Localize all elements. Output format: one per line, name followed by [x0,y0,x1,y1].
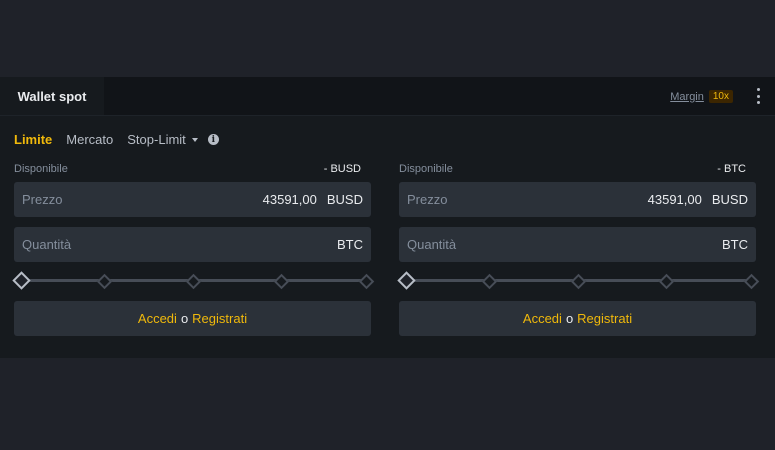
buy-login-button[interactable]: Accedi o Registrati [14,301,371,336]
margin-section[interactable]: Margin 10x [670,90,733,103]
login-link[interactable]: Accedi [523,311,562,326]
slider-step-75[interactable] [658,273,675,290]
buy-amount-slider[interactable] [12,271,375,290]
slider-step-75[interactable] [273,273,290,290]
buy-form: Disponibile - BUSD Prezzo 43591,00 BUSD … [12,162,375,336]
or-text: o [180,311,189,326]
buy-price-unit: BUSD [326,192,363,207]
sell-price-unit: BUSD [711,192,748,207]
margin-link[interactable]: Margin [670,91,704,103]
sell-price-field[interactable]: Prezzo 43591,00 BUSD [399,182,756,217]
slider-step-25[interactable] [96,273,113,290]
buy-available-value: - BUSD [323,163,361,175]
stop-limit-label: Stop-Limit [127,132,186,147]
sell-quantity-unit: BTC [722,237,748,252]
slider-step-100[interactable] [358,273,375,290]
order-type-tabs: Limite Mercato Stop-Limit i [14,132,219,147]
slider-step-25[interactable] [481,273,498,290]
login-link[interactable]: Accedi [138,311,177,326]
tab-limit[interactable]: Limite [14,132,52,147]
buy-quantity-field[interactable]: Quantità BTC [14,227,371,262]
sell-price-value: 43591,00 [647,192,702,207]
tab-stop-limit[interactable]: Stop-Limit [127,132,198,147]
buy-available-label: Disponibile [14,163,68,175]
tab-market[interactable]: Mercato [66,132,113,147]
info-icon[interactable]: i [207,134,219,145]
sell-quantity-field[interactable]: Quantità BTC [399,227,756,262]
buy-available-row: Disponibile - BUSD [14,162,371,176]
slider-handle[interactable] [12,271,31,290]
buy-price-label: Prezzo [22,192,63,207]
buy-price-field[interactable]: Prezzo 43591,00 BUSD [14,182,371,217]
sell-available-value: - BTC [717,163,746,175]
sell-amount-slider[interactable] [397,271,760,290]
buy-price-value: 43591,00 [262,192,317,207]
sell-available-label: Disponibile [399,163,453,175]
slider-step-50[interactable] [570,273,586,290]
slider-handle[interactable] [397,271,416,290]
register-link[interactable]: Registrati [192,311,247,326]
leverage-badge: 10x [708,90,733,103]
buy-quantity-label: Quantità [22,237,72,252]
sell-price-label: Prezzo [407,192,448,207]
sell-form: Disponibile - BTC Prezzo 43591,00 BUSD Q… [397,162,760,336]
tab-wallet-spot[interactable]: Wallet spot [0,77,104,115]
slider-step-100[interactable] [743,273,760,290]
or-text: o [565,311,574,326]
buy-quantity-unit: BTC [337,237,363,252]
sell-quantity-label: Quantità [407,237,457,252]
slider-step-50[interactable] [185,273,201,290]
more-vertical-icon[interactable] [755,88,761,104]
register-link[interactable]: Registrati [577,311,632,326]
sell-available-row: Disponibile - BTC [399,162,756,176]
trade-panel: Wallet spot Margin 10x Limite Mercato St… [0,77,775,358]
wallet-tab-bar: Wallet spot Margin 10x [0,77,775,116]
caret-down-icon [191,138,198,142]
sell-login-button[interactable]: Accedi o Registrati [399,301,756,336]
